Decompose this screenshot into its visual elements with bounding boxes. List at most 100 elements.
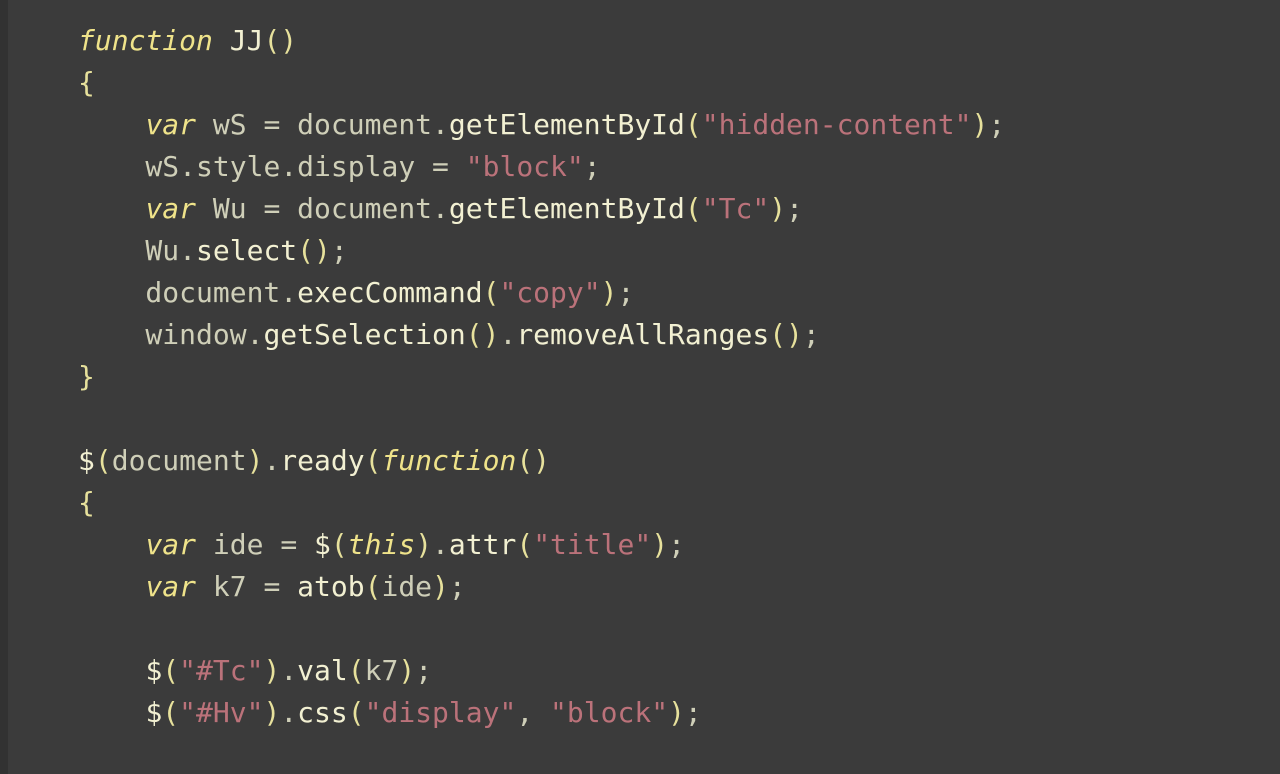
code-token-def: ide <box>196 528 280 561</box>
code-token-str: "copy" <box>499 276 600 309</box>
code-token-str: "Tc" <box>702 192 769 225</box>
code-token-par: ( <box>365 570 382 603</box>
code-token-punct: = <box>263 108 280 141</box>
code-token-par: () <box>263 24 297 57</box>
code-token-fn: JJ <box>230 24 264 57</box>
code-token-str: "block" <box>550 696 668 729</box>
code-token-fn: removeAllRanges <box>516 318 769 351</box>
code-token-def: ide <box>381 570 432 603</box>
code-token-def <box>533 696 550 729</box>
code-token-par: ) <box>651 528 668 561</box>
code-token-punct: ; <box>449 570 466 603</box>
code-token-fn: $ <box>314 528 331 561</box>
code-token-punct: . <box>247 318 264 351</box>
code-token-kw: function <box>381 444 516 477</box>
code-token-par: ( <box>483 276 500 309</box>
code-token-par: ( <box>685 108 702 141</box>
code-line[interactable]: $(document).ready(function() <box>78 444 550 477</box>
code-token-punct: ; <box>415 654 432 687</box>
code-line[interactable]: var ide = $(this).attr("title"); <box>78 528 685 561</box>
code-token-kw: this <box>348 528 415 561</box>
code-token-fn: getSelection <box>263 318 465 351</box>
code-token-par: ) <box>263 696 280 729</box>
code-token-par: ) <box>263 654 280 687</box>
code-token-def <box>297 528 314 561</box>
editor-gutter <box>0 0 8 774</box>
code-token-punct: = <box>263 192 280 225</box>
code-token-par: () <box>769 318 803 351</box>
code-token-def: Wu <box>196 192 263 225</box>
code-token-brace: } <box>78 360 95 393</box>
code-token-par: ( <box>95 444 112 477</box>
code-token-par: ( <box>162 696 179 729</box>
code-token-punct: . <box>432 528 449 561</box>
code-line[interactable]: } <box>78 360 95 393</box>
code-line[interactable]: var wS = document.getElementById("hidden… <box>78 108 1005 141</box>
code-token-punct: = <box>432 150 449 183</box>
code-token-par: ) <box>668 696 685 729</box>
code-token-par: ( <box>348 654 365 687</box>
code-token-par: ) <box>769 192 786 225</box>
code-token-def: wS <box>78 150 179 183</box>
code-token-def: k7 <box>196 570 263 603</box>
code-line[interactable]: $("#Tc").val(k7); <box>78 654 432 687</box>
code-editor-content[interactable]: function JJ() { var wS = document.getEle… <box>0 20 1280 734</box>
code-token-fn: css <box>297 696 348 729</box>
code-token-par: () <box>516 444 550 477</box>
code-line[interactable]: { <box>78 486 95 519</box>
code-line[interactable]: document.execCommand("copy"); <box>78 276 634 309</box>
code-token-def: Wu <box>78 234 179 267</box>
code-token-punct: ; <box>617 276 634 309</box>
code-line[interactable]: { <box>78 66 95 99</box>
code-token-def <box>78 570 145 603</box>
code-token-punct: ; <box>786 192 803 225</box>
code-token-brace: { <box>78 486 95 519</box>
code-token-punct: , <box>516 696 533 729</box>
code-token-str: "#Hv" <box>179 696 263 729</box>
code-token-def: document <box>112 444 247 477</box>
code-token-fn: getElementById <box>449 192 685 225</box>
code-token-fn: getElementById <box>449 108 685 141</box>
code-line[interactable]: wS.style.display = "block"; <box>78 150 601 183</box>
code-token-par: ) <box>601 276 618 309</box>
code-token-fn: attr <box>449 528 516 561</box>
code-token-punct: . <box>432 108 449 141</box>
code-token-fn: execCommand <box>297 276 482 309</box>
code-token-punct: ; <box>331 234 348 267</box>
code-token-par: ) <box>971 108 988 141</box>
code-line[interactable]: $("#Hv").css("display", "block"); <box>78 696 702 729</box>
code-token-def: document <box>280 192 432 225</box>
code-line[interactable]: window.getSelection().removeAllRanges(); <box>78 318 820 351</box>
code-token-par: ) <box>398 654 415 687</box>
code-token-par: ( <box>162 654 179 687</box>
code-token-def: style <box>196 150 280 183</box>
code-token-def <box>78 654 145 687</box>
code-token-fn: $ <box>78 444 95 477</box>
code-line[interactable]: var k7 = atob(ide); <box>78 570 466 603</box>
code-token-kw: var <box>145 108 196 141</box>
code-token-punct: ; <box>685 696 702 729</box>
code-token-punct: . <box>499 318 516 351</box>
code-token-par: ( <box>331 528 348 561</box>
code-token-punct: ; <box>584 150 601 183</box>
code-token-punct: . <box>280 654 297 687</box>
code-token-def <box>280 570 297 603</box>
code-token-def: wS <box>196 108 263 141</box>
code-token-brace: { <box>78 66 95 99</box>
code-line[interactable]: Wu.select(); <box>78 234 348 267</box>
code-line[interactable]: function JJ() <box>78 24 297 57</box>
code-token-def: window <box>78 318 247 351</box>
code-token-def: display <box>297 150 432 183</box>
code-token-def <box>78 528 145 561</box>
code-token-fn: select <box>196 234 297 267</box>
code-line[interactable]: var Wu = document.getElementById("Tc"); <box>78 192 803 225</box>
code-token-fn: ready <box>280 444 364 477</box>
code-token-par: ( <box>365 444 382 477</box>
code-token-def: document <box>280 108 432 141</box>
code-token-def: document <box>78 276 280 309</box>
code-token-def <box>78 192 145 225</box>
code-token-par: () <box>466 318 500 351</box>
code-token-punct: . <box>432 192 449 225</box>
code-token-kw: var <box>145 192 196 225</box>
code-token-par: ( <box>685 192 702 225</box>
